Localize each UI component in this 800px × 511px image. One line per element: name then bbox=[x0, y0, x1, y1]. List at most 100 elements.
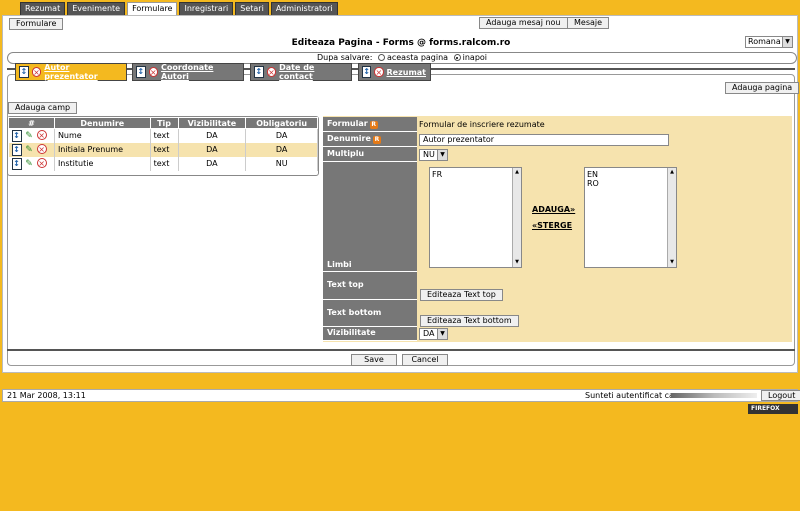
divider-bottom bbox=[7, 349, 795, 351]
auth-label: Sunteti autentificat ca: bbox=[585, 391, 677, 400]
cell-type: text bbox=[150, 128, 179, 143]
after-save-label: Dupa salvare: bbox=[316, 53, 373, 62]
move-icon[interactable]: ↕ bbox=[362, 66, 372, 78]
edit-icon[interactable]: ✎ bbox=[24, 131, 34, 141]
available-languages-list[interactable]: FR bbox=[429, 167, 522, 268]
cell-visible: DA bbox=[178, 128, 247, 143]
vizibilitate-select[interactable]: DA ▼ bbox=[419, 328, 448, 340]
denumire-label: Denumire R bbox=[323, 132, 417, 147]
page-tab-label: Coordonate Autori bbox=[161, 63, 214, 81]
tab-setari[interactable]: Setari bbox=[235, 2, 269, 15]
selected-languages-list[interactable]: EN RO bbox=[584, 167, 677, 268]
col-header-type: Tip bbox=[149, 117, 179, 129]
move-icon[interactable]: ↕ bbox=[136, 66, 146, 78]
text-bottom-label: Text bottom bbox=[323, 300, 417, 327]
language-select[interactable]: Romana ▼ bbox=[745, 36, 793, 48]
cell-visible: DA bbox=[178, 142, 247, 157]
delete-icon[interactable]: × bbox=[374, 67, 384, 77]
formular-value: Formular de inscriere rezumate bbox=[419, 120, 545, 129]
tab-administratori[interactable]: Administratori bbox=[270, 2, 338, 15]
cell-required: DA bbox=[245, 128, 318, 143]
cell-type: text bbox=[150, 156, 179, 171]
add-field-button[interactable]: Adauga camp bbox=[8, 102, 78, 114]
cell-visible: DA bbox=[178, 156, 247, 171]
move-icon[interactable]: ↕ bbox=[254, 66, 264, 78]
firefox-badge[interactable]: FIREFOX bbox=[748, 404, 798, 414]
page-tab-coordonate-autori[interactable]: ↕ × Coordonate Autori bbox=[132, 63, 244, 81]
add-page-button[interactable]: Adauga pagina bbox=[725, 82, 800, 94]
scrollbar[interactable] bbox=[667, 168, 676, 267]
add-message-button[interactable]: Adauga mesaj nou bbox=[479, 17, 568, 29]
page-tab-label: Date de contact bbox=[279, 63, 315, 81]
delete-icon[interactable]: × bbox=[266, 67, 277, 77]
vizibilitate-label: Vizibilitate bbox=[323, 327, 417, 341]
text-top-label: Text top bbox=[323, 272, 417, 300]
delete-icon[interactable]: × bbox=[36, 129, 47, 140]
edit-text-top-button[interactable]: Editeaza Text top bbox=[420, 289, 503, 301]
row-actions: ↕ ✎ × bbox=[8, 128, 55, 143]
edit-text-bottom-button[interactable]: Editeaza Text bottom bbox=[420, 315, 519, 327]
move-icon[interactable]: ↕ bbox=[11, 157, 22, 170]
tab-inregistrari[interactable]: Inregistrari bbox=[179, 2, 234, 15]
cell-type: text bbox=[150, 142, 179, 157]
radio-this-page[interactable] bbox=[377, 54, 385, 61]
edit-icon[interactable]: ✎ bbox=[24, 145, 34, 155]
page-title: Editeaza Pagina - Forms @ forms.ralcom.r… bbox=[291, 38, 511, 48]
remove-language-link[interactable]: «STERGE bbox=[532, 221, 572, 230]
formular-label: Formular R bbox=[323, 117, 417, 132]
row-actions: ↕ ✎ × bbox=[8, 142, 55, 157]
radio-back[interactable] bbox=[453, 54, 461, 61]
chevron-down-icon: ▼ bbox=[782, 37, 792, 47]
page-tab-label: Autor prezentator bbox=[44, 63, 98, 81]
delete-icon[interactable]: × bbox=[36, 157, 47, 168]
list-item[interactable]: RO bbox=[587, 179, 674, 188]
cell-required: DA bbox=[245, 142, 318, 157]
page-tab-date-de-contact[interactable]: ↕ × Date de contact bbox=[250, 63, 352, 81]
masked-username bbox=[671, 393, 757, 398]
radio-back-label: inapoi bbox=[462, 53, 488, 62]
list-item[interactable]: EN bbox=[587, 170, 674, 179]
col-header-index: # bbox=[8, 117, 55, 129]
cell-name: Initiala Prenume bbox=[54, 142, 151, 157]
fields-table: # Denumire Tip Vizibilitate Obligatoriu … bbox=[8, 117, 318, 171]
edit-icon[interactable]: ✎ bbox=[24, 159, 34, 169]
col-header-required: Obligatoriu bbox=[245, 117, 318, 129]
list-item[interactable]: FR bbox=[432, 170, 519, 179]
vizibilitate-value: DA bbox=[423, 329, 435, 338]
move-icon[interactable]: ↕ bbox=[11, 129, 22, 142]
language-value: Romana bbox=[748, 37, 781, 46]
cell-name: Institutie bbox=[54, 156, 151, 171]
tab-evenimente[interactable]: Evenimente bbox=[67, 2, 126, 15]
add-language-link[interactable]: ADAUGA» bbox=[532, 205, 575, 214]
multiplu-select[interactable]: NU ▼ bbox=[419, 149, 448, 161]
col-header-visibility: Vizibilitate bbox=[177, 117, 247, 129]
save-button[interactable]: Save bbox=[351, 354, 397, 366]
messages-button[interactable]: Mesaje bbox=[567, 17, 610, 29]
delete-icon[interactable]: × bbox=[36, 143, 47, 154]
scrollbar[interactable] bbox=[512, 168, 521, 267]
limbi-label: Limbi bbox=[327, 260, 352, 269]
chevron-down-icon: ▼ bbox=[437, 150, 447, 160]
tab-formulare[interactable]: Formulare bbox=[127, 2, 178, 15]
denumire-input[interactable]: Autor prezentator bbox=[419, 134, 669, 146]
tab-rezumat[interactable]: Rezumat bbox=[20, 2, 66, 15]
page-tab-label: Rezumat bbox=[386, 67, 427, 77]
subtab-formulare[interactable]: Formulare bbox=[9, 18, 64, 30]
move-icon[interactable]: ↕ bbox=[11, 143, 22, 156]
status-bar: 21 Mar 2008, 13:11 Sunteti autentificat … bbox=[2, 389, 800, 402]
chevron-down-icon: ▼ bbox=[437, 329, 447, 339]
table-row: ↕ ✎ × Nume text DA DA bbox=[8, 128, 318, 143]
delete-icon[interactable]: × bbox=[148, 67, 159, 77]
radio-this-page-label: aceasta pagina bbox=[386, 53, 449, 62]
move-icon[interactable]: ↕ bbox=[19, 66, 29, 78]
top-nav: Rezumat Evenimente Formulare Inregistrar… bbox=[20, 2, 338, 15]
datetime: 21 Mar 2008, 13:11 bbox=[7, 391, 86, 400]
col-header-name: Denumire bbox=[53, 117, 151, 129]
multiplu-value: NU bbox=[423, 150, 435, 159]
logout-button[interactable]: Logout bbox=[761, 390, 800, 401]
page-tab-rezumat[interactable]: ↕ × Rezumat bbox=[358, 63, 431, 81]
cancel-button[interactable]: Cancel bbox=[402, 354, 448, 366]
cell-name: Nume bbox=[54, 128, 151, 143]
page-tab-autor-prezentator[interactable]: ↕ × Autor prezentator bbox=[15, 63, 127, 81]
delete-icon[interactable]: × bbox=[31, 67, 42, 77]
